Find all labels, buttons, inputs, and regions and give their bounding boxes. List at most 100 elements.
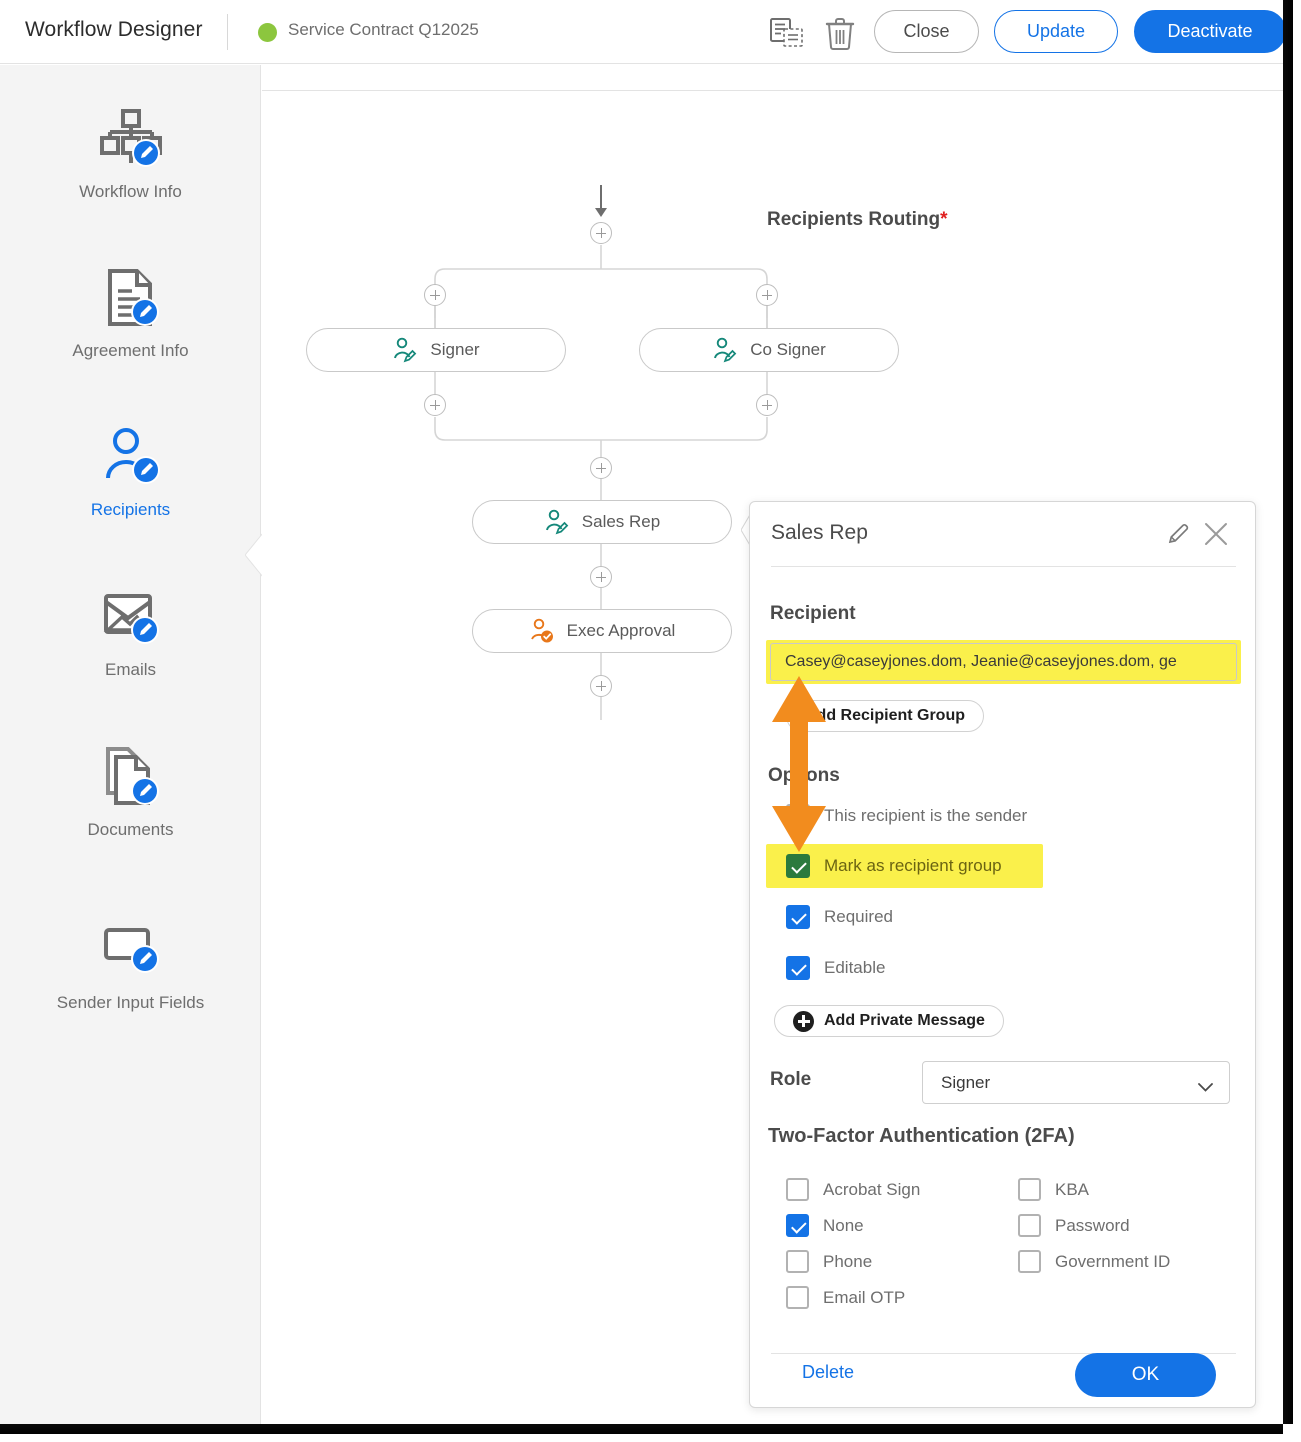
checkbox[interactable]: [1018, 1178, 1041, 1201]
role-selected-value: Signer: [941, 1073, 990, 1093]
checkbox[interactable]: [1018, 1214, 1041, 1237]
sidebar: Workflow Info Agreement Info: [0, 65, 261, 1424]
application-window: Workflow Designer Service Contract Q1202…: [0, 0, 1283, 1424]
node-label: Sales Rep: [582, 512, 660, 532]
twofa-section-heading: Two-Factor Authentication (2FA): [768, 1125, 1075, 1148]
signer-icon: [712, 337, 738, 363]
top-bar: Workflow Designer Service Contract Q1202…: [0, 0, 1283, 64]
sidebar-label: Sender Input Fields: [0, 993, 261, 1013]
active-section-chevron-icon: [245, 533, 263, 577]
workflow-node-sales-rep[interactable]: Sales Rep: [472, 500, 732, 544]
twofa-label: KBA: [1055, 1180, 1089, 1200]
delete-button[interactable]: Delete: [802, 1362, 854, 1383]
role-label: Role: [770, 1069, 811, 1091]
add-private-message-button[interactable]: Add Private Message: [774, 1005, 1004, 1037]
option-editable[interactable]: Editable: [786, 956, 885, 980]
recipient-section-heading: Recipient: [770, 603, 856, 625]
twofa-option-government-id[interactable]: Government ID: [1018, 1250, 1170, 1273]
plus-circle-icon: [793, 1011, 814, 1032]
panel-header-divider: [771, 566, 1236, 567]
window-corner: [1283, 1424, 1301, 1442]
email-image-edit-icon: [0, 578, 261, 656]
update-button[interactable]: Update: [994, 10, 1118, 53]
copy-icon[interactable]: [770, 18, 804, 48]
signer-icon: [392, 337, 418, 363]
twofa-option-none[interactable]: None: [786, 1214, 864, 1237]
document-edit-icon: [0, 259, 261, 337]
node-label: Signer: [430, 340, 479, 360]
checkbox[interactable]: [786, 956, 810, 980]
option-label: Mark as recipient group: [824, 856, 1002, 876]
add-step-button[interactable]: [590, 222, 612, 244]
twofa-label: Password: [1055, 1216, 1130, 1236]
sidebar-label: Agreement Info: [0, 341, 261, 361]
required-marker: *: [940, 209, 947, 230]
add-step-button[interactable]: [590, 457, 612, 479]
add-step-button[interactable]: [590, 675, 612, 697]
option-label: Editable: [824, 958, 885, 978]
sidebar-item-agreement-info[interactable]: Agreement Info: [0, 259, 261, 361]
canvas-title: Recipients Routing*: [767, 209, 948, 231]
option-required[interactable]: Required: [786, 905, 893, 929]
option-this-recipient-is-the-sender[interactable]: This recipient is the sender: [786, 804, 1027, 828]
add-step-button[interactable]: [756, 284, 778, 306]
window-bottom-edge: [0, 1424, 1301, 1442]
twofa-option-kba[interactable]: KBA: [1018, 1178, 1089, 1201]
documents-edit-icon: [0, 738, 261, 816]
sidebar-item-sender-input-fields[interactable]: Sender Input Fields: [0, 911, 261, 1013]
close-button[interactable]: Close: [874, 10, 979, 53]
deactivate-button[interactable]: Deactivate: [1134, 10, 1283, 53]
twofa-label: Acrobat Sign: [823, 1180, 920, 1200]
sidebar-item-workflow-info[interactable]: Workflow Info: [0, 100, 261, 202]
ok-button[interactable]: OK: [1075, 1353, 1216, 1397]
twofa-label: Government ID: [1055, 1252, 1170, 1272]
panel-title: Sales Rep: [771, 521, 868, 545]
twofa-option-acrobat-sign[interactable]: Acrobat Sign: [786, 1178, 920, 1201]
checkbox[interactable]: [786, 1250, 809, 1273]
sidebar-item-emails[interactable]: Emails: [0, 578, 261, 680]
approver-icon: [529, 618, 555, 644]
add-private-message-label: Add Private Message: [824, 1012, 985, 1030]
person-edit-icon: [0, 418, 261, 496]
workflow-node-co-signer[interactable]: Co Signer: [639, 328, 899, 372]
sidebar-item-recipients[interactable]: Recipients: [0, 418, 261, 520]
pencil-icon[interactable]: [1167, 521, 1191, 545]
trash-icon[interactable]: [825, 16, 855, 50]
checkbox[interactable]: [786, 905, 810, 929]
option-label: This recipient is the sender: [824, 806, 1027, 826]
role-select[interactable]: Signer: [922, 1061, 1230, 1104]
checkbox[interactable]: [786, 1178, 809, 1201]
node-label: Co Signer: [750, 340, 826, 360]
checkbox[interactable]: [786, 1286, 809, 1309]
twofa-option-phone[interactable]: Phone: [786, 1250, 872, 1273]
twofa-option-password[interactable]: Password: [1018, 1214, 1130, 1237]
close-icon[interactable]: [1203, 521, 1229, 547]
add-step-button[interactable]: [756, 394, 778, 416]
node-label: Exec Approval: [567, 621, 676, 641]
form-field-edit-icon: [0, 911, 261, 989]
twofa-label: None: [823, 1216, 864, 1236]
header-divider: [227, 14, 228, 50]
checkbox[interactable]: [1018, 1250, 1041, 1273]
canvas-title-text: Recipients Routing: [767, 209, 940, 230]
workflow-node-signer[interactable]: Signer: [306, 328, 566, 372]
workflow-node-exec-approval[interactable]: Exec Approval: [472, 609, 732, 653]
workflow-name: Service Contract Q12025: [288, 20, 479, 40]
add-recipient-group-button[interactable]: Add Recipient Group: [786, 700, 984, 732]
twofa-option-email-otp[interactable]: Email OTP: [786, 1286, 905, 1309]
canvas-divider: [262, 90, 1283, 91]
add-step-button[interactable]: [424, 284, 446, 306]
recipient-input[interactable]: [770, 643, 1237, 681]
option-label: Required: [824, 907, 893, 927]
twofa-label: Phone: [823, 1252, 872, 1272]
checkbox[interactable]: [786, 804, 810, 828]
sidebar-label: Documents: [0, 820, 261, 840]
checkbox[interactable]: [786, 1214, 809, 1237]
sidebar-item-documents[interactable]: Documents: [0, 738, 261, 840]
window-right-edge: [1283, 0, 1301, 1442]
add-step-button[interactable]: [424, 394, 446, 416]
checkbox[interactable]: [786, 854, 810, 878]
option-mark-as-recipient-group[interactable]: Mark as recipient group: [786, 854, 1002, 878]
add-step-button[interactable]: [590, 566, 612, 588]
chevron-down-icon: [1198, 1077, 1213, 1086]
